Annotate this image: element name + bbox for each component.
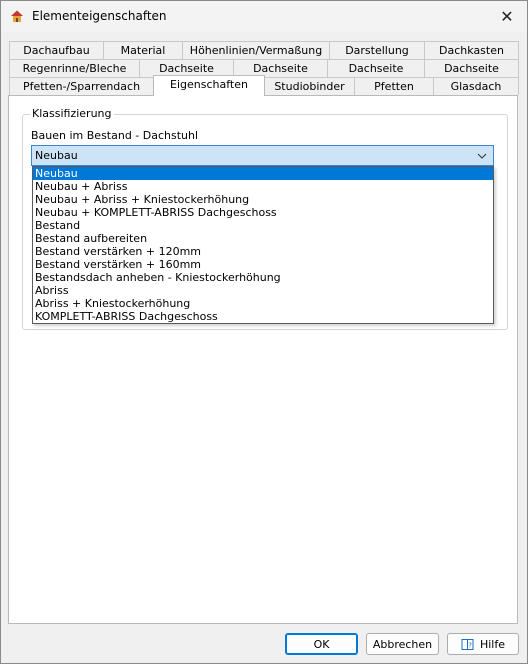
tab-glasdach[interactable]: Glasdach — [433, 77, 519, 95]
tab-eigenschaften[interactable]: Eigenschaften — [153, 75, 265, 96]
option-item[interactable]: Bestand — [33, 219, 493, 232]
help-book-icon: ? — [461, 638, 474, 650]
tab-darstellung[interactable]: Darstellung — [329, 41, 425, 59]
option-item[interactable]: Neubau + Abriss — [33, 180, 493, 193]
ok-label: OK — [313, 637, 330, 651]
chevron-down-icon — [477, 153, 487, 159]
option-item[interactable]: Abriss — [33, 284, 493, 297]
tab-dachaufbau[interactable]: Dachaufbau — [9, 41, 104, 59]
roof-house-icon — [11, 10, 23, 22]
close-icon: ✕ — [500, 7, 514, 26]
option-item[interactable]: Neubau — [33, 167, 493, 180]
option-item[interactable]: Bestand verstärken + 160mm — [33, 258, 493, 271]
bauen-im-bestand-select[interactable]: Neubau — [31, 145, 494, 166]
tab-dachseite-3[interactable]: Dachseite — [327, 59, 425, 77]
help-label: Hilfe — [479, 637, 506, 651]
option-item[interactable]: Bestand aufbereiten — [33, 232, 493, 245]
help-button[interactable]: ? Hilfe — [447, 633, 519, 655]
cancel-button[interactable]: Abbrechen — [366, 633, 439, 655]
tab-pfetten-sparrendach[interactable]: Pfetten-/Sparrendach — [9, 77, 154, 95]
option-item[interactable]: Neubau + Abriss + Kniestockerhöhung — [33, 193, 493, 206]
close-button[interactable]: ✕ — [487, 1, 527, 32]
tab-regenrinne[interactable]: Regenrinne/Bleche — [9, 59, 140, 77]
tab-material[interactable]: Material — [103, 41, 183, 59]
option-item[interactable]: Neubau + KOMPLETT-ABRISS Dachgeschoss — [33, 206, 493, 219]
groupbox-label: Klassifizierung — [30, 107, 114, 120]
tab-hoehenlinien[interactable]: Höhenlinien/Vermaßung — [182, 41, 330, 59]
select-value: Neubau — [35, 149, 78, 162]
tab-studiobinder[interactable]: Studiobinder — [264, 77, 355, 95]
option-item[interactable]: Bestand verstärken + 120mm — [33, 245, 493, 258]
option-item[interactable]: Bestandsdach anheben - Kniestockerhöhung — [33, 271, 493, 284]
option-item[interactable]: KOMPLETT-ABRISS Dachgeschoss — [33, 310, 493, 323]
tab-pfetten[interactable]: Pfetten — [354, 77, 434, 95]
select-dropdown-list: Neubau Neubau + Abriss Neubau + Abriss +… — [32, 166, 494, 324]
tab-dachseite-4[interactable]: Dachseite — [424, 59, 519, 77]
cancel-label: Abbrechen — [372, 637, 433, 651]
title-bar[interactable]: Elementeigenschaften ✕ — [1, 1, 527, 32]
field-label: Bauen im Bestand - Dachstuhl — [31, 129, 199, 142]
ok-button[interactable]: OK — [285, 633, 358, 655]
window-title: Elementeigenschaften — [32, 9, 167, 23]
option-item[interactable]: Abriss + Kniestockerhöhung — [33, 297, 493, 310]
tab-dachkasten[interactable]: Dachkasten — [424, 41, 519, 59]
svg-text:?: ? — [468, 641, 472, 649]
